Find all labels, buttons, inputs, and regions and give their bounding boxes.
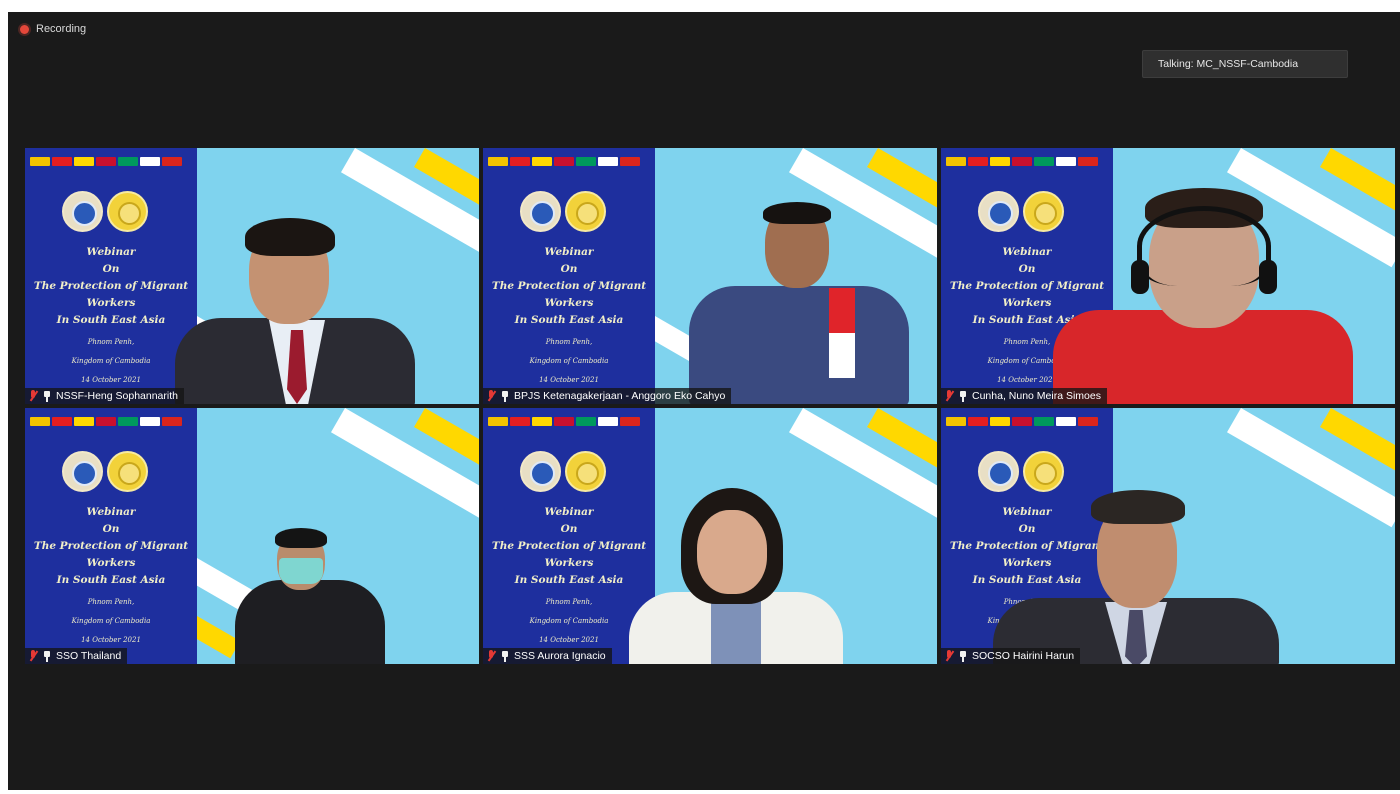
participant-video <box>629 488 849 664</box>
banner-line-5: In South East Asia <box>56 314 166 326</box>
pin-icon <box>43 650 51 662</box>
gallery-view: Recording Talking: MC_NSSF-Cambodia Webi… <box>8 12 1400 790</box>
participant-video <box>235 526 385 664</box>
participant-name: SOCSO Hairini Harun <box>972 650 1075 662</box>
mic-muted-icon <box>945 390 954 402</box>
banner-line-4: Workers <box>544 297 594 309</box>
nssf-logo-icon <box>520 191 561 232</box>
participant-video <box>689 188 919 404</box>
pin-icon <box>959 390 967 402</box>
recording-label: Recording <box>36 23 87 35</box>
video-tile-3[interactable]: Webinar On The Protection of Migrant Wor… <box>941 148 1395 404</box>
banner-line-2: On <box>102 523 120 535</box>
participant-name: SSO Thailand <box>56 650 122 662</box>
participant-nameplate: NSSF-Heng Sophannarith <box>25 388 184 404</box>
participant-name: BPJS Ketenagakerjaan - Anggoro Eko Cahyo <box>514 390 726 402</box>
asean-ssa-logo-icon <box>565 191 606 232</box>
banner-line-5: In South East Asia <box>514 314 624 326</box>
mic-muted-icon <box>945 650 954 662</box>
pin-icon <box>959 650 967 662</box>
banner-line-1: Webinar <box>86 246 136 258</box>
participant-nameplate: BPJS Ketenagakerjaan - Anggoro Eko Cahyo <box>483 388 732 404</box>
asean-flags <box>946 157 1098 166</box>
banner-line-3: The Protection of Migrant <box>491 280 647 292</box>
pin-icon <box>43 390 51 402</box>
asean-flags <box>30 157 182 166</box>
participant-video <box>175 208 425 404</box>
participant-name: SSS Aurora Ignacio <box>514 650 606 662</box>
participant-nameplate: SSS Aurora Ignacio <box>483 648 612 664</box>
banner-line-4: Workers <box>86 297 136 309</box>
banner-place: Phnom Penh, <box>87 598 135 606</box>
banner-line-2: On <box>560 263 578 275</box>
webinar-banner: Webinar On The Protection of Migrant Wor… <box>483 148 655 404</box>
video-tile-6[interactable]: Webinar On The Protection of Migrant Wor… <box>941 408 1395 664</box>
participant-nameplate: SSO Thailand <box>25 648 128 664</box>
video-tile-1[interactable]: Webinar On The Protection of Migrant Wor… <box>25 148 479 404</box>
video-tile-5[interactable]: Webinar On The Protection of Migrant Wor… <box>483 408 937 664</box>
banner-line-1: Webinar <box>86 506 136 518</box>
active-speaker-label: Talking: MC_NSSF-Cambodia <box>1142 50 1348 78</box>
recording-dot-icon <box>20 24 29 34</box>
mic-muted-icon <box>29 390 38 402</box>
asean-ssa-logo-icon <box>107 451 148 492</box>
banner-country: Kingdom of Cambodia <box>71 617 151 625</box>
webinar-banner: Webinar On The Protection of Migrant Wor… <box>25 148 197 404</box>
participant-nameplate: Cunha, Nuno Meira Simoes <box>941 388 1107 404</box>
participant-video <box>1053 172 1353 404</box>
nssf-logo-icon <box>62 191 103 232</box>
webinar-banner: Webinar On The Protection of Migrant Wor… <box>25 408 197 664</box>
participant-nameplate: SOCSO Hairini Harun <box>941 648 1081 664</box>
banner-line-3: The Protection of Migrant <box>33 280 189 292</box>
pin-icon <box>501 650 509 662</box>
asean-ssa-logo-icon <box>565 451 606 492</box>
banner-line-4: Workers <box>86 557 136 569</box>
pin-icon <box>501 390 509 402</box>
banner-country: Kingdom of Cambodia <box>529 357 609 365</box>
banner-line-3: The Protection of Migrant <box>33 540 189 552</box>
asean-flags <box>488 157 640 166</box>
mic-muted-icon <box>487 390 496 402</box>
participant-video <box>993 478 1283 664</box>
asean-flags <box>946 417 1098 426</box>
participant-name: NSSF-Heng Sophannarith <box>56 390 178 402</box>
banner-line-5: In South East Asia <box>56 574 166 586</box>
banner-line-1: Webinar <box>544 246 594 258</box>
zoom-meeting-window: Recording Talking: MC_NSSF-Cambodia Webi… <box>0 0 1400 794</box>
mic-muted-icon <box>29 650 38 662</box>
active-speaker-text: Talking: MC_NSSF-Cambodia <box>1158 58 1299 70</box>
nssf-logo-icon <box>520 451 561 492</box>
video-tile-4[interactable]: Webinar On The Protection of Migrant Wor… <box>25 408 479 664</box>
banner-line-2: On <box>102 263 120 275</box>
asean-flags <box>488 417 640 426</box>
asean-ssa-logo-icon <box>107 191 148 232</box>
nssf-logo-icon <box>62 451 103 492</box>
asean-flags <box>30 417 182 426</box>
banner-country: Kingdom of Cambodia <box>71 357 151 365</box>
video-tile-2[interactable]: Webinar On The Protection of Migrant Wor… <box>483 148 937 404</box>
participant-name: Cunha, Nuno Meira Simoes <box>972 390 1101 402</box>
recording-indicator[interactable]: Recording <box>20 23 86 35</box>
banner-place: Phnom Penh, <box>545 338 593 346</box>
nssf-logo-icon <box>978 191 1019 232</box>
mic-muted-icon <box>487 650 496 662</box>
banner-place: Phnom Penh, <box>87 338 135 346</box>
